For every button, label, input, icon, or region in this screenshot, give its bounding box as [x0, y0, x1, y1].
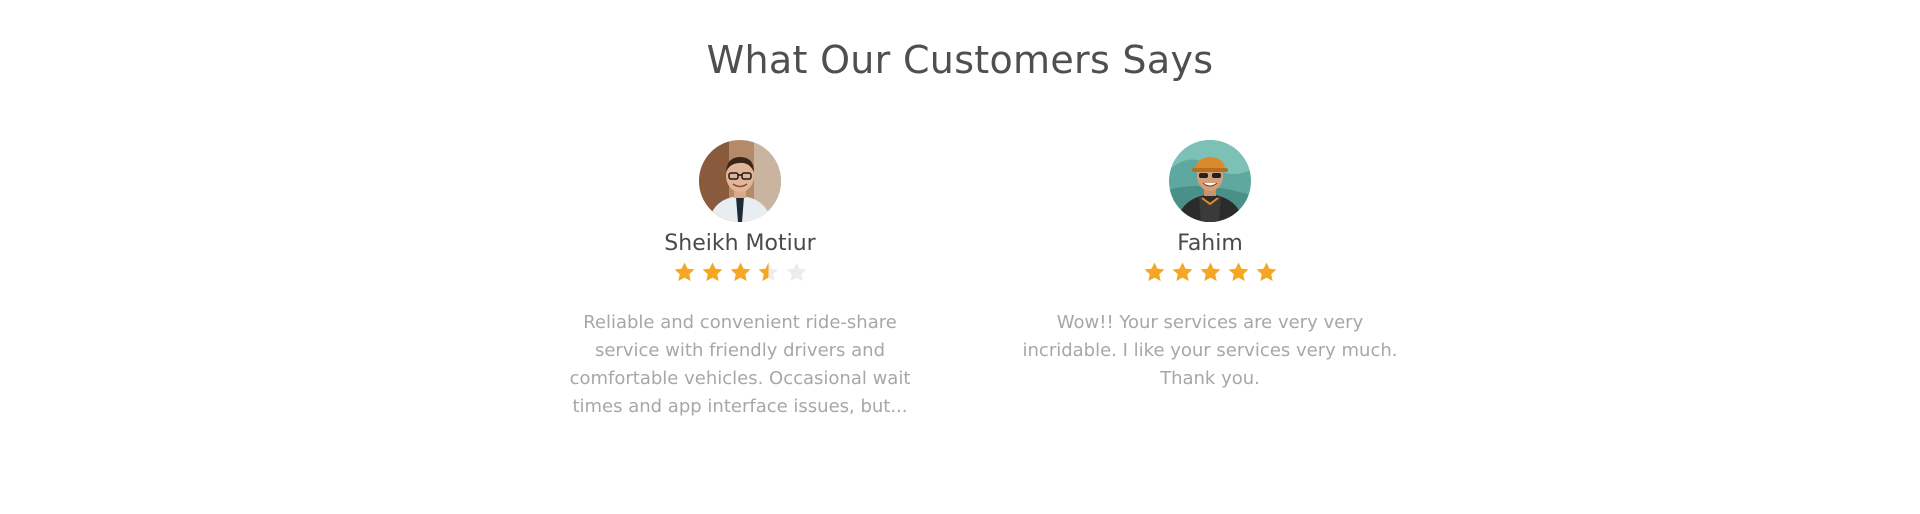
- star-icon: [674, 262, 694, 282]
- testimonials-section: What Our Customers Says Sheikh Motiur Re…: [0, 0, 1920, 514]
- avatar: [699, 140, 781, 222]
- star-icon: [1172, 262, 1192, 282]
- review-text: Reliable and convenient ride-share servi…: [569, 312, 911, 417]
- star-icon: [1200, 262, 1220, 282]
- testimonial-card: Fahim Wow!! Your services are very very …: [1000, 140, 1420, 393]
- star-rating: [1000, 261, 1420, 285]
- customer-name: Fahim: [1177, 231, 1243, 256]
- star-icon: [758, 262, 778, 282]
- section-title: What Our Customers Says: [706, 38, 1214, 82]
- star-icon: [786, 262, 806, 282]
- star-icon: [1228, 262, 1248, 282]
- testimonial-card: Sheikh Motiur Reliable and convenient ri…: [530, 140, 950, 421]
- star-icon: [730, 262, 750, 282]
- review-text: Wow!! Your services are very very incrid…: [1022, 312, 1398, 389]
- avatar: [1169, 140, 1251, 222]
- star-icon: [702, 262, 722, 282]
- star-icon: [1256, 262, 1276, 282]
- star-icon: [1144, 262, 1164, 282]
- star-rating: [530, 261, 950, 285]
- customer-name: Sheikh Motiur: [664, 231, 816, 256]
